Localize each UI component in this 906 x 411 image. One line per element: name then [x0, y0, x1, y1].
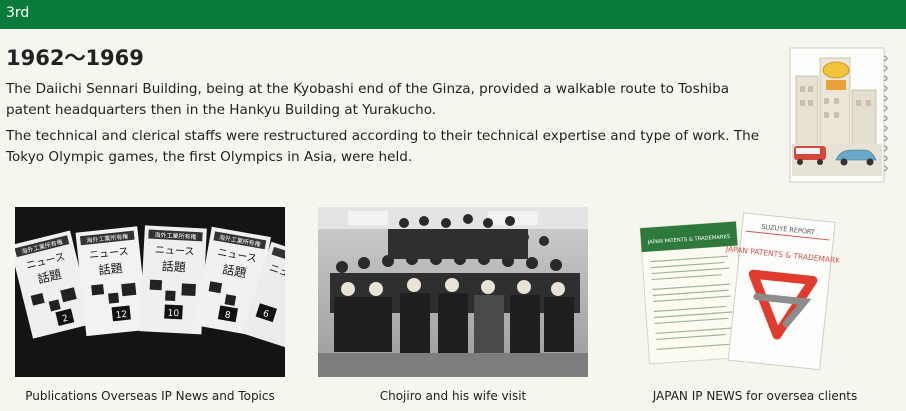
- history-paragraph-1: The Daiichi Sennari Building, being at t…: [6, 81, 730, 118]
- ip-news-caption: JAPAN IP NEWS for oversea clients: [652, 389, 858, 403]
- period-title: 1962～1969: [6, 46, 144, 70]
- topics-text-3: 話題: [161, 258, 186, 274]
- publications-photo: 海外工業所有権 ニュース 話題 2 海外工業所有権 ニュース 話題 12 海外工…: [9, 207, 321, 377]
- topics-text-2: 話題: [98, 260, 123, 277]
- street-scene-sketch-notebook: [786, 46, 888, 186]
- section-header-bar: 3rd: [0, 0, 906, 29]
- history-paragraph-2: The technical and clerical staffs were r…: [6, 128, 760, 165]
- issue-number-2: 12: [115, 310, 127, 321]
- news-text-3: ニュース: [155, 245, 195, 258]
- group-photo: [318, 207, 588, 377]
- ip-news-brochures-photo: JAPAN PATENTS & TRADEMARKS SUZUYE REPORT…: [639, 207, 846, 377]
- publications-caption: Publications Overseas IP News and Topics: [25, 389, 275, 403]
- issue-number-3: 10: [167, 309, 179, 320]
- section-number-label: 3rd: [6, 5, 30, 21]
- group-photo-caption: Chojiro and his wife visit: [379, 389, 527, 403]
